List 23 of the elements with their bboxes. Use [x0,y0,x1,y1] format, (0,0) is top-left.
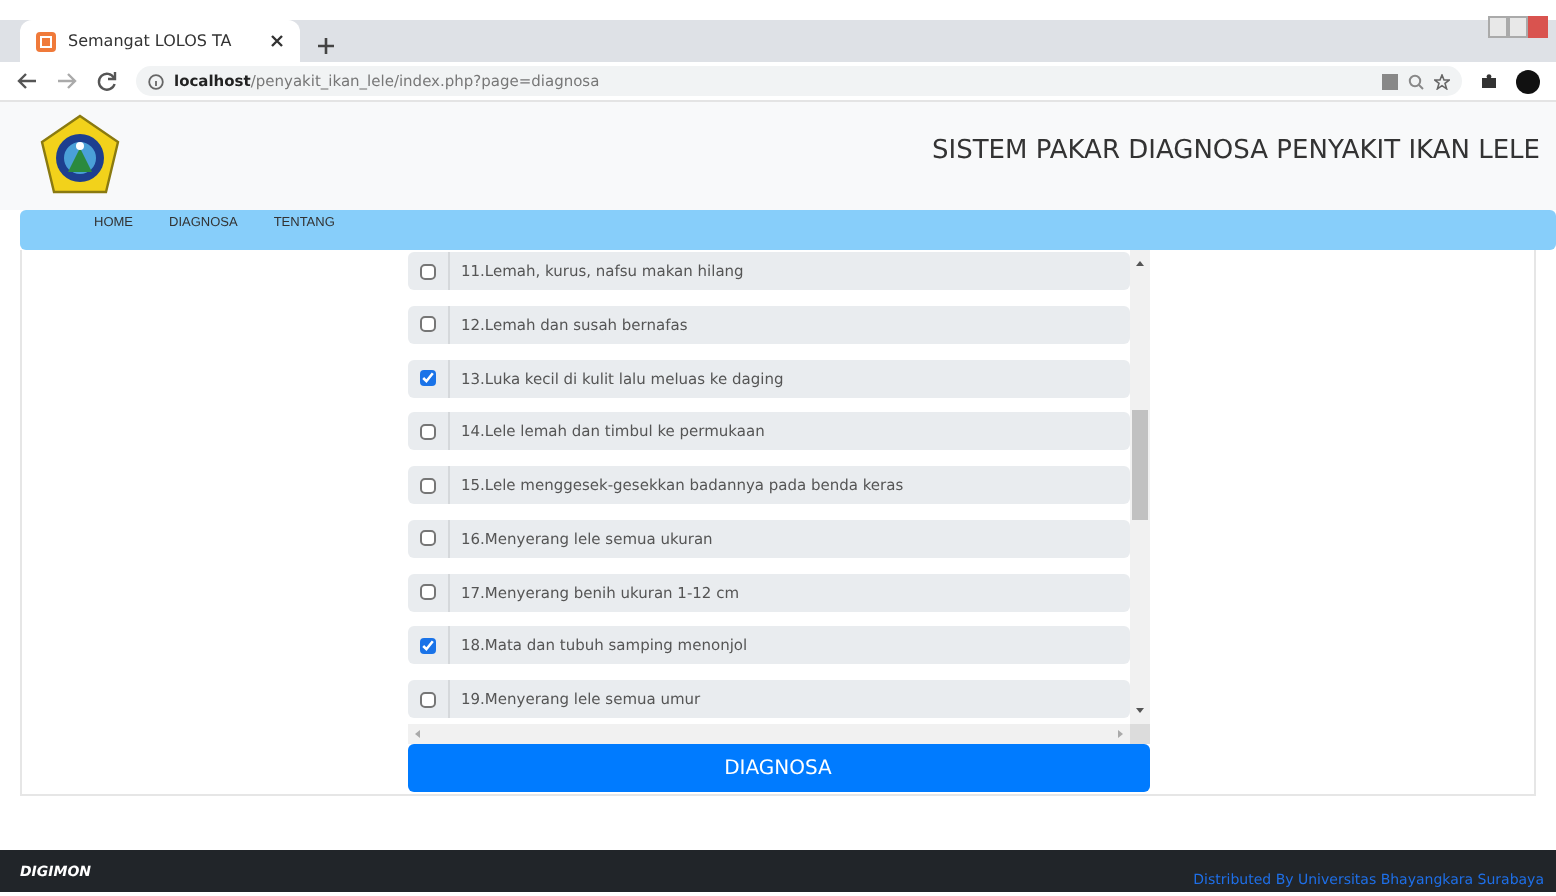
zoom-icon[interactable] [1408,73,1424,89]
symptom-checkbox[interactable] [419,370,435,386]
symptom-checkbox[interactable] [419,584,435,600]
reload-icon[interactable] [96,70,118,92]
diagnose-button[interactable]: DIAGNOSA [407,744,1149,792]
symptom-checkbox[interactable] [419,263,435,279]
close-icon[interactable] [270,34,284,48]
symptom-checkbox[interactable] [419,316,435,333]
symptom-checkbox[interactable] [419,530,435,547]
symptom-checkbox[interactable] [419,423,435,440]
star-icon[interactable] [1434,73,1450,89]
page-icon [36,31,56,51]
symptom-checkbox[interactable] [419,477,435,493]
back-icon[interactable] [16,70,38,92]
info-icon [148,73,164,89]
symptom-checkbox[interactable] [419,637,435,654]
plus-icon[interactable] [316,36,336,56]
forward-icon[interactable] [56,70,78,92]
browser-tab[interactable]: Semangat LOLOS TA [20,20,300,62]
tab-title: Semangat LOLOS TA [68,32,234,50]
avatar-icon[interactable] [1516,69,1540,93]
site-title: SISTEM PAKAR DIAGNOSA PENYAKIT IKAN LELE [932,135,1540,165]
symptom-checkbox[interactable] [419,691,435,707]
